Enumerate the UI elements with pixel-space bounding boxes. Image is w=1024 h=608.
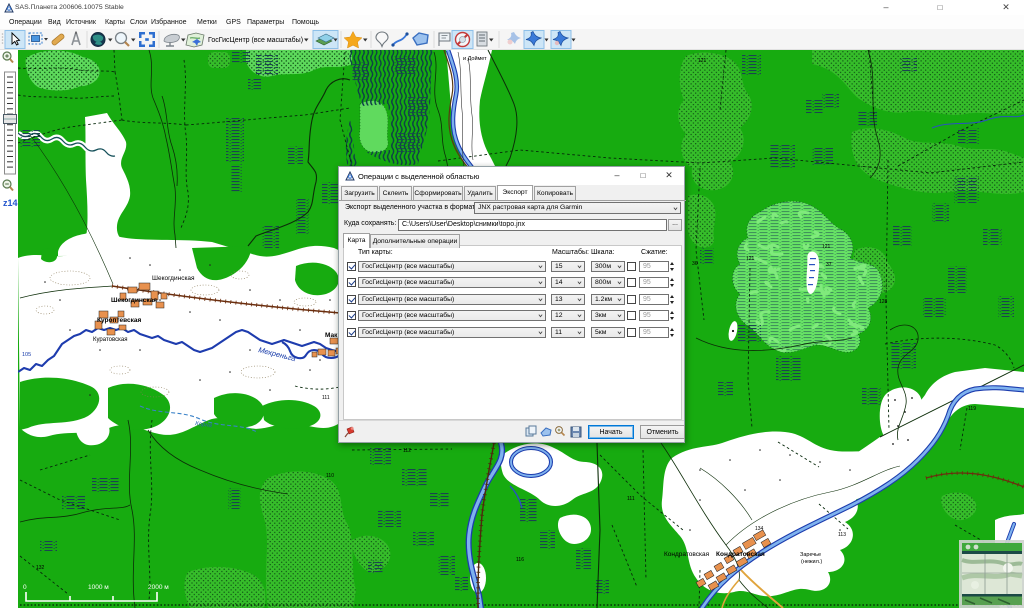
svg-text:36: 36 (692, 261, 698, 267)
svg-text:(нежил.): (нежил.) (801, 559, 822, 565)
svg-text:Куратовская: Куратовская (93, 337, 127, 343)
svg-text:121: 121 (698, 58, 707, 64)
svg-text:2000 м: 2000 м (148, 584, 169, 591)
svg-text:ГосГисЦентр (все масштабы): ГосГисЦентр (все масштабы) (208, 36, 303, 44)
svg-text:Шекогдинская: Шекогдинская (111, 297, 157, 304)
svg-text:134: 134 (755, 526, 764, 532)
svg-text:128: 128 (879, 299, 888, 305)
svg-text:0: 0 (23, 584, 27, 591)
svg-text:и Доймет: и Доймет (463, 55, 487, 62)
svg-text:111: 111 (627, 496, 635, 502)
svg-text:113: 113 (838, 532, 846, 538)
svg-text:Кондратовская: Кондратовская (716, 551, 765, 558)
svg-text:Шекогдинская: Шекогдинская (152, 275, 195, 282)
svg-text:121: 121 (746, 256, 755, 262)
svg-text:Кондратовская: Кондратовская (664, 551, 710, 558)
svg-text:121: 121 (822, 244, 831, 250)
svg-text:110: 110 (326, 473, 334, 479)
svg-text:37: 37 (826, 262, 832, 268)
svg-text:105: 105 (22, 352, 31, 358)
svg-text:111: 111 (322, 395, 330, 401)
svg-text:Заречье: Заречье (800, 552, 821, 558)
svg-text:1000 м: 1000 м (88, 584, 109, 591)
svg-text:132: 132 (36, 565, 45, 571)
svg-text:116: 116 (516, 557, 524, 563)
svg-text:112: 112 (403, 448, 411, 454)
svg-text:119: 119 (968, 406, 976, 412)
svg-text:Мак: Мак (325, 332, 338, 339)
svg-text:Куроптевская: Куроптевская (97, 317, 141, 324)
svg-text:z14: z14 (3, 198, 18, 208)
